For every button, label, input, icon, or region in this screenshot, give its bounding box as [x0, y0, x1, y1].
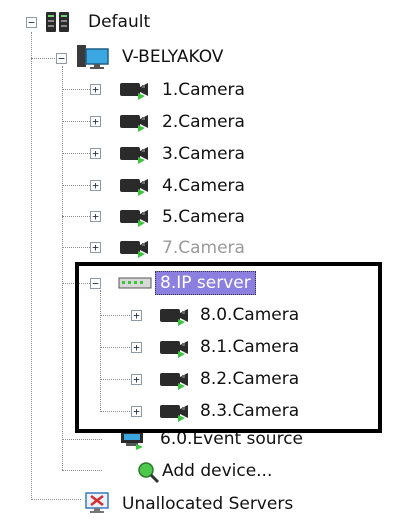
tree-node-camera[interactable]: + 1.Camera — [0, 74, 300, 104]
tree-node-label: Default — [88, 12, 151, 32]
tree-connector — [62, 247, 92, 248]
tree-node-label: Unallocated Servers — [122, 494, 294, 514]
tree-node-camera[interactable]: + 5.Camera — [0, 201, 300, 231]
tree-node-default[interactable]: − Default — [10, 7, 190, 37]
tree-connector — [62, 89, 92, 90]
add-device-icon — [138, 462, 160, 484]
camera-icon — [120, 83, 148, 100]
server-rack-icon — [46, 12, 69, 32]
expand-expander[interactable]: + — [90, 242, 101, 253]
tree-node-add-device[interactable]: Add device... — [0, 456, 360, 486]
camera-icon — [120, 179, 148, 196]
tree-connector — [62, 121, 92, 122]
tree-node-label: 2.Camera — [162, 112, 245, 132]
expand-expander[interactable]: + — [90, 211, 101, 222]
tree-node-label: V-BELYAKOV — [122, 47, 224, 67]
tree-node-computer[interactable]: − V-BELYAKOV — [0, 42, 223, 72]
camera-icon — [120, 241, 148, 258]
camera-icon — [120, 210, 148, 227]
tree-node-label: Add device... — [162, 461, 273, 481]
unallocated-servers-icon — [85, 492, 109, 513]
tree-connector — [62, 216, 92, 217]
computer-icon — [77, 45, 109, 69]
collapse-expander[interactable]: − — [26, 17, 37, 28]
collapse-expander[interactable]: − — [56, 53, 67, 64]
tree-node-camera[interactable]: + 3.Camera — [0, 138, 300, 168]
tree-node-label: 5.Camera — [162, 207, 245, 227]
highlight-frame — [75, 262, 382, 433]
expand-expander[interactable]: + — [90, 116, 101, 127]
tree-node-label: 3.Camera — [162, 144, 245, 164]
tree-connector — [62, 185, 92, 186]
camera-icon — [120, 147, 148, 164]
tree-node-label: 4.Camera — [162, 176, 245, 196]
expand-expander[interactable]: + — [90, 148, 101, 159]
device-tree: − Default − V-BELYAKOV + 1.Camera + 2.Ca… — [0, 0, 413, 527]
tree-node-unallocated-servers[interactable]: Unallocated Servers — [0, 488, 380, 518]
tree-node-label: 7.Camera — [162, 238, 245, 258]
tree-connector — [62, 153, 92, 154]
tree-node-camera[interactable]: + 7.Camera — [0, 232, 300, 262]
tree-node-label: 1.Camera — [162, 80, 245, 100]
tree-node-camera[interactable]: + 4.Camera — [0, 170, 300, 200]
camera-icon — [120, 115, 148, 132]
expand-expander[interactable]: + — [90, 180, 101, 191]
expand-expander[interactable]: + — [90, 84, 101, 95]
tree-node-camera[interactable]: + 2.Camera — [0, 106, 300, 136]
